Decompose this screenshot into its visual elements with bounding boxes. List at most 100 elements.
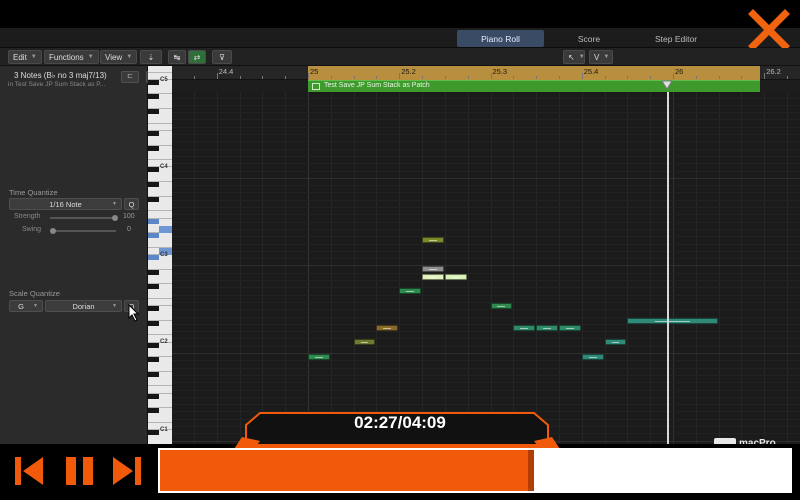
strength-slider[interactable] — [50, 217, 116, 219]
midi-note[interactable] — [627, 317, 718, 324]
midi-out-icon[interactable]: ⇄ — [188, 50, 206, 64]
grid-row-line — [172, 287, 800, 289]
grid-row-line — [172, 338, 800, 340]
secondary-tool-menu[interactable]: V ▼ — [589, 50, 613, 64]
black-key[interactable] — [148, 269, 159, 275]
grid-column-line — [695, 92, 697, 446]
midi-note[interactable] — [604, 339, 627, 346]
grid-column-line — [399, 92, 401, 446]
white-key-divider — [148, 334, 172, 336]
progress-handle[interactable] — [527, 450, 534, 491]
playhead-line[interactable] — [667, 92, 669, 446]
view-menu-button[interactable]: View ▼ — [100, 50, 138, 64]
edit-menu-button[interactable]: Edit ▼ — [8, 50, 42, 64]
midi-note[interactable] — [399, 288, 422, 295]
strength-slider-knob[interactable] — [112, 215, 118, 221]
scale-type-select[interactable]: Dorian ▼ — [45, 300, 122, 312]
grid-column-line — [308, 92, 309, 446]
midi-note[interactable] — [558, 324, 581, 331]
grid-row-line — [172, 236, 800, 238]
tab-piano-roll[interactable]: Piano Roll — [457, 30, 544, 47]
black-key[interactable] — [148, 320, 159, 326]
piano-roll-toolbar: Edit ▼ Functions ▼ View ▼ ⇣ ↹ ⇄ ⊽ ↖ ▼ V ▼ — [0, 48, 800, 66]
white-key-divider — [148, 181, 172, 182]
region-name: 3 Notes (B♭ no 3 maj7/13) — [14, 71, 107, 80]
white-key-divider — [148, 210, 172, 212]
black-key[interactable] — [148, 393, 159, 399]
black-key[interactable] — [148, 145, 159, 151]
black-key[interactable] — [148, 408, 159, 414]
grid-row-line — [172, 309, 800, 311]
grid-column-line — [513, 92, 515, 446]
ruler-position-label: 25.2 — [401, 67, 416, 76]
midi-note[interactable] — [490, 302, 513, 309]
ruler-position-label: 26.2 — [766, 67, 781, 76]
close-icon[interactable] — [747, 8, 791, 52]
next-button[interactable] — [110, 455, 144, 487]
midi-note[interactable] — [422, 266, 444, 273]
black-key[interactable] — [148, 109, 159, 114]
black-key[interactable] — [148, 233, 159, 239]
filter-icon[interactable]: ⊽ — [212, 50, 232, 64]
note-grid[interactable] — [172, 92, 800, 446]
highlighted-key — [159, 225, 172, 233]
grid-row-line — [172, 177, 800, 179]
playhead-handle-icon[interactable] — [661, 80, 673, 90]
midi-note[interactable] — [581, 354, 604, 360]
midi-note[interactable] — [353, 339, 376, 346]
white-key-divider — [148, 144, 172, 146]
grid-row-line — [172, 214, 800, 216]
octave-label: C3 — [160, 251, 168, 258]
swing-slider-knob[interactable] — [50, 228, 56, 234]
midi-note[interactable] — [444, 273, 467, 280]
note-velocity-line — [588, 357, 597, 358]
piano-keyboard[interactable]: C5 C4 C3 C2 C1 — [148, 66, 172, 446]
black-key[interactable] — [148, 255, 159, 260]
midi-note[interactable] — [422, 273, 444, 280]
midi-note[interactable] — [376, 324, 399, 331]
midi-note[interactable] — [536, 324, 558, 331]
black-key[interactable] — [148, 284, 159, 290]
progress-bar[interactable] — [158, 448, 792, 493]
black-key[interactable] — [148, 342, 159, 348]
black-key[interactable] — [148, 182, 159, 187]
time-quantize-q-button[interactable]: Q — [124, 198, 139, 210]
secondary-tool-label: V — [594, 52, 600, 62]
ruler-position-label: 25.3 — [492, 67, 508, 76]
swing-slider[interactable] — [50, 230, 116, 232]
black-key[interactable] — [148, 430, 159, 436]
grid-column-line — [673, 92, 674, 446]
black-key[interactable] — [148, 79, 159, 85]
functions-menu-label: Functions — [49, 52, 84, 62]
white-key-divider — [148, 93, 172, 95]
tab-step-editor[interactable]: Step Editor — [634, 30, 718, 47]
midi-note[interactable] — [422, 237, 444, 244]
black-key[interactable] — [148, 371, 159, 377]
bar-ruler[interactable]: 24.4 25 25.2 25.3 25.4 26 26.2 — [172, 66, 800, 80]
time-quantize-select[interactable]: 1/16 Note ▼ — [9, 198, 122, 210]
chevron-down-icon: ▼ — [603, 54, 610, 60]
collapse-icon[interactable]: ⇣ — [140, 50, 162, 64]
catch-icon[interactable]: ⊏ — [121, 71, 139, 83]
previous-button[interactable] — [12, 455, 46, 487]
black-key[interactable] — [148, 306, 159, 312]
tab-score[interactable]: Score — [546, 30, 632, 47]
black-key[interactable] — [148, 218, 159, 224]
pause-button[interactable] — [63, 455, 97, 487]
ruler-tick — [787, 76, 789, 79]
ruler-tick — [718, 76, 720, 79]
functions-menu-button[interactable]: Functions ▼ — [44, 50, 99, 64]
pointer-tool-menu[interactable]: ↖ ▼ — [563, 50, 585, 64]
midi-note[interactable] — [308, 354, 330, 360]
midi-note[interactable] — [513, 324, 536, 331]
midi-region-strip[interactable]: Test Save JP Sum Stack as Patch — [308, 80, 760, 92]
chevron-down-icon: ▼ — [30, 54, 37, 60]
grid-row-line — [172, 331, 800, 333]
black-key[interactable] — [148, 196, 159, 202]
midi-in-icon[interactable]: ↹ — [168, 50, 186, 64]
black-key[interactable] — [148, 167, 159, 173]
scale-root-select[interactable]: G ▼ — [9, 300, 43, 312]
black-key[interactable] — [148, 357, 159, 363]
black-key[interactable] — [148, 130, 159, 136]
black-key[interactable] — [148, 94, 159, 100]
